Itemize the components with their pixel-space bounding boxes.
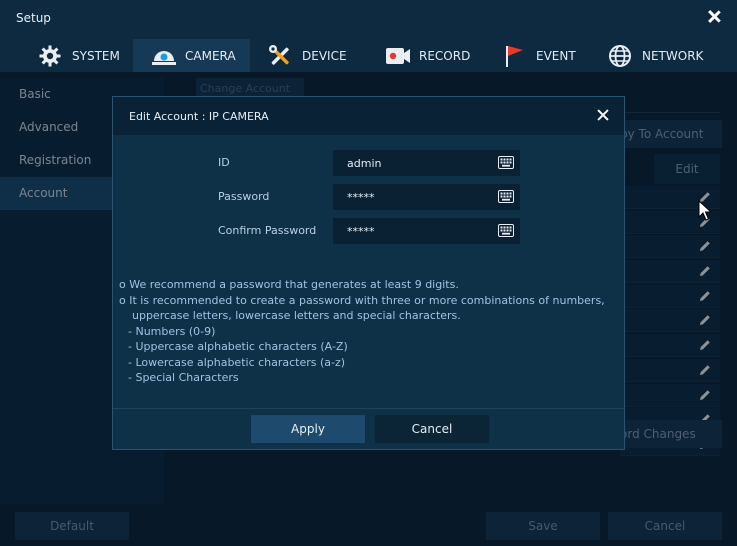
note-line: o We recommend a password that generates…	[119, 278, 459, 291]
dialog-header: Edit Account : IP CAMERA	[113, 97, 624, 135]
tab-system-label: SYSTEM	[72, 48, 120, 63]
tab-device[interactable]: DEVICE	[250, 39, 367, 72]
dialog-title: Edit Account : IP CAMERA	[129, 110, 269, 123]
id-row: ID	[113, 150, 624, 176]
password-label: Password	[218, 190, 270, 203]
setup-window: Setup SYSTEM CAMERA DEVICE RECORD EVENT …	[0, 0, 737, 546]
id-label: ID	[218, 156, 230, 169]
globe-icon	[608, 44, 632, 68]
close-window-icon[interactable]	[705, 8, 723, 26]
window-title: Setup	[16, 11, 51, 25]
tools-icon	[268, 44, 292, 68]
tab-system[interactable]: SYSTEM	[20, 39, 133, 72]
dialog-divider	[113, 408, 624, 409]
dialog-cancel-button[interactable]: Cancel	[375, 415, 489, 443]
confirm-password-label: Confirm Password	[218, 224, 317, 237]
note-item: - Special Characters	[128, 371, 239, 384]
confirm-password-row: Confirm Password	[113, 218, 624, 244]
tab-camera[interactable]: CAMERA	[133, 39, 250, 72]
password-row: Password	[113, 184, 624, 210]
tab-network-label: NETWORK	[642, 48, 704, 63]
dialog-close-icon[interactable]	[596, 108, 610, 122]
note-line: uppercase letters, lowercase letters and…	[132, 309, 461, 322]
mouse-cursor-icon	[698, 199, 713, 222]
tab-network[interactable]: NETWORK	[590, 39, 706, 72]
password-field[interactable]	[333, 184, 520, 210]
tab-event-label: EVENT	[536, 48, 576, 63]
keyboard-icon[interactable]	[498, 190, 514, 203]
note-item: - Numbers (0-9)	[128, 324, 216, 338]
flag-icon	[502, 44, 526, 68]
tab-record-label: RECORD	[419, 48, 471, 63]
gear-icon	[38, 44, 62, 68]
note-item: - Uppercase alphabetic characters (A-Z)	[128, 340, 348, 353]
record-icon	[385, 44, 410, 68]
camera-icon	[151, 44, 176, 68]
apply-button[interactable]: Apply	[251, 415, 365, 443]
tab-event[interactable]: EVENT	[484, 39, 590, 72]
title-bar: Setup	[0, 0, 737, 36]
keyboard-icon[interactable]	[498, 156, 514, 169]
note-item: - Lowercase alphabetic characters (a-z)	[128, 355, 346, 369]
password-recommendation-notes: o We recommend a password that generates…	[119, 277, 619, 386]
id-field[interactable]	[333, 150, 520, 176]
edit-account-dialog: Edit Account : IP CAMERA ID Password Con…	[112, 96, 625, 450]
confirm-password-field[interactable]	[333, 218, 520, 244]
tab-record[interactable]: RECORD	[367, 39, 484, 72]
tab-device-label: DEVICE	[302, 48, 347, 63]
main-tabs: SYSTEM CAMERA DEVICE RECORD EVENT NETWOR…	[20, 39, 706, 72]
keyboard-icon[interactable]	[498, 224, 514, 237]
note-line: o It is recommended to create a password…	[119, 293, 605, 307]
tab-camera-label: CAMERA	[185, 48, 236, 63]
